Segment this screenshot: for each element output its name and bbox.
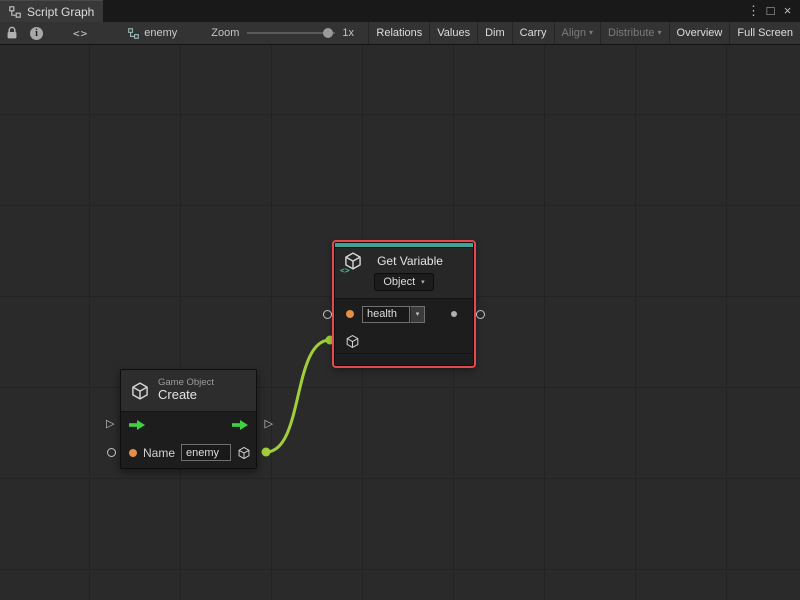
- value-input-port-dot[interactable]: [346, 310, 354, 318]
- name-port-dot[interactable]: [129, 449, 137, 457]
- create-titles: Game Object Create: [158, 378, 214, 404]
- value-output-port[interactable]: [476, 310, 485, 319]
- zoom-slider-handle[interactable]: [323, 28, 333, 38]
- caret-down-icon: ▾: [416, 311, 420, 318]
- scope-dropdown[interactable]: Object ▾: [374, 273, 433, 291]
- variable-dropdown-button[interactable]: ▾: [410, 306, 425, 323]
- carry-label: Carry: [520, 27, 547, 39]
- lock-icon[interactable]: [6, 26, 18, 40]
- code-overlay-icon: <>: [340, 266, 350, 275]
- caret-down-icon: ▾: [421, 279, 425, 286]
- output-port-dot[interactable]: [451, 311, 457, 317]
- zoom-value: 1x: [342, 27, 354, 39]
- game-object-cube-icon: [130, 381, 150, 401]
- fullscreen-label: Full Screen: [737, 27, 793, 39]
- close-icon[interactable]: ×: [779, 0, 796, 22]
- titlebar: Script Graph ⋮ □ ×: [0, 0, 800, 22]
- graph-canvas[interactable]: <> Get Variable Object ▾ ▾: [0, 45, 800, 600]
- maximize-icon[interactable]: □: [762, 0, 779, 22]
- distribute-button[interactable]: Distribute ▾: [600, 22, 668, 44]
- create-node[interactable]: Game Object Create Name ▷ ▷: [120, 369, 257, 469]
- zoom-label: Zoom: [211, 27, 239, 39]
- values-button[interactable]: Values: [429, 22, 477, 44]
- relations-label: Relations: [376, 27, 422, 39]
- variable-name-combo: ▾: [362, 306, 425, 323]
- create-header[interactable]: Game Object Create: [121, 370, 256, 412]
- align-label: Align: [562, 27, 586, 39]
- overview-button[interactable]: Overview: [669, 22, 730, 44]
- tab-title: Script Graph: [27, 5, 94, 19]
- scope-value: Object: [383, 276, 415, 288]
- object-row: [335, 329, 473, 353]
- flow-row: [121, 412, 256, 438]
- node-title: Create: [158, 388, 214, 403]
- script-graph-icon: [9, 6, 21, 18]
- code-view-icon[interactable]: <>: [73, 27, 88, 40]
- distribute-label: Distribute: [608, 27, 654, 39]
- name-label: Name: [143, 446, 175, 460]
- node-footer: [335, 353, 473, 366]
- zoom-slider[interactable]: [247, 27, 335, 39]
- align-button[interactable]: Align ▾: [554, 22, 600, 44]
- values-label: Values: [437, 27, 470, 39]
- scope-row: Object ▾: [335, 273, 473, 299]
- get-variable-header[interactable]: <> Get Variable: [335, 248, 473, 273]
- value-input-port[interactable]: [323, 310, 332, 319]
- flow-in-arrow-icon[interactable]: [129, 420, 145, 430]
- titlebar-spacer: [103, 0, 745, 22]
- dim-button[interactable]: Dim: [477, 22, 512, 44]
- result-cube-icon: [237, 446, 251, 460]
- wire-start-port[interactable]: [262, 448, 271, 457]
- window-controls: ⋮ □ ×: [745, 0, 800, 22]
- overview-label: Overview: [677, 27, 723, 39]
- relations-button[interactable]: Relations: [368, 22, 429, 44]
- zoom-slider-track: [247, 32, 335, 34]
- graph-toolbar: i <> enemy Zoom 1x Relations Values Dim …: [0, 22, 800, 45]
- graph-reference[interactable]: enemy: [128, 27, 177, 39]
- caret-down-icon: ▾: [589, 29, 593, 37]
- graph-icon: [128, 28, 139, 39]
- graph-name: enemy: [144, 27, 177, 39]
- flow-out-arrow-icon[interactable]: [232, 420, 248, 430]
- script-graph-window: Script Graph ⋮ □ × i <> enemy Zoom 1x Re…: [0, 0, 800, 600]
- get-variable-node[interactable]: <> Get Variable Object ▾ ▾: [334, 242, 474, 366]
- variable-cube-icon: <>: [343, 251, 363, 271]
- variable-name-input[interactable]: [362, 306, 410, 323]
- flow-input-port[interactable]: ▷: [106, 419, 114, 430]
- carry-button[interactable]: Carry: [512, 22, 554, 44]
- fullscreen-button[interactable]: Full Screen: [729, 22, 800, 44]
- variable-row: ▾: [335, 299, 473, 329]
- flow-output-port[interactable]: ▷: [265, 419, 273, 430]
- name-input-port[interactable]: [107, 448, 116, 457]
- info-icon[interactable]: i: [30, 27, 43, 40]
- object-cube-icon: [345, 334, 360, 349]
- dim-label: Dim: [485, 27, 505, 39]
- name-input[interactable]: [181, 444, 231, 461]
- node-title: Get Variable: [367, 254, 465, 268]
- name-row: Name: [121, 438, 256, 467]
- tab-script-graph[interactable]: Script Graph: [0, 0, 103, 22]
- caret-down-icon: ▾: [658, 29, 662, 37]
- kebab-menu-icon[interactable]: ⋮: [745, 0, 762, 22]
- wire-path[interactable]: [266, 340, 330, 452]
